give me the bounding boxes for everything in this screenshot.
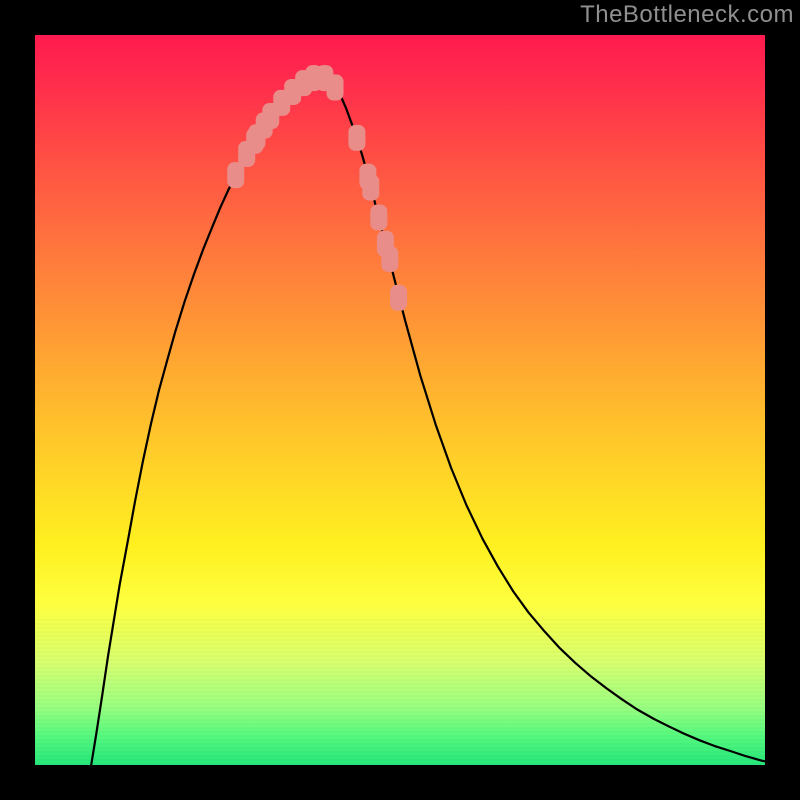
data-marker — [227, 162, 244, 188]
watermark-text: TheBottleneck.com — [580, 2, 794, 28]
chart-frame: TheBottleneck.com — [0, 0, 800, 800]
data-marker — [362, 175, 379, 201]
data-marker — [327, 75, 344, 101]
data-marker — [381, 246, 398, 272]
data-marker — [348, 125, 365, 151]
data-markers — [227, 65, 407, 311]
bottleneck-curve — [91, 77, 765, 765]
data-marker — [370, 205, 387, 231]
curve-layer — [35, 35, 765, 765]
plot-area — [35, 35, 765, 765]
data-marker — [390, 285, 407, 311]
